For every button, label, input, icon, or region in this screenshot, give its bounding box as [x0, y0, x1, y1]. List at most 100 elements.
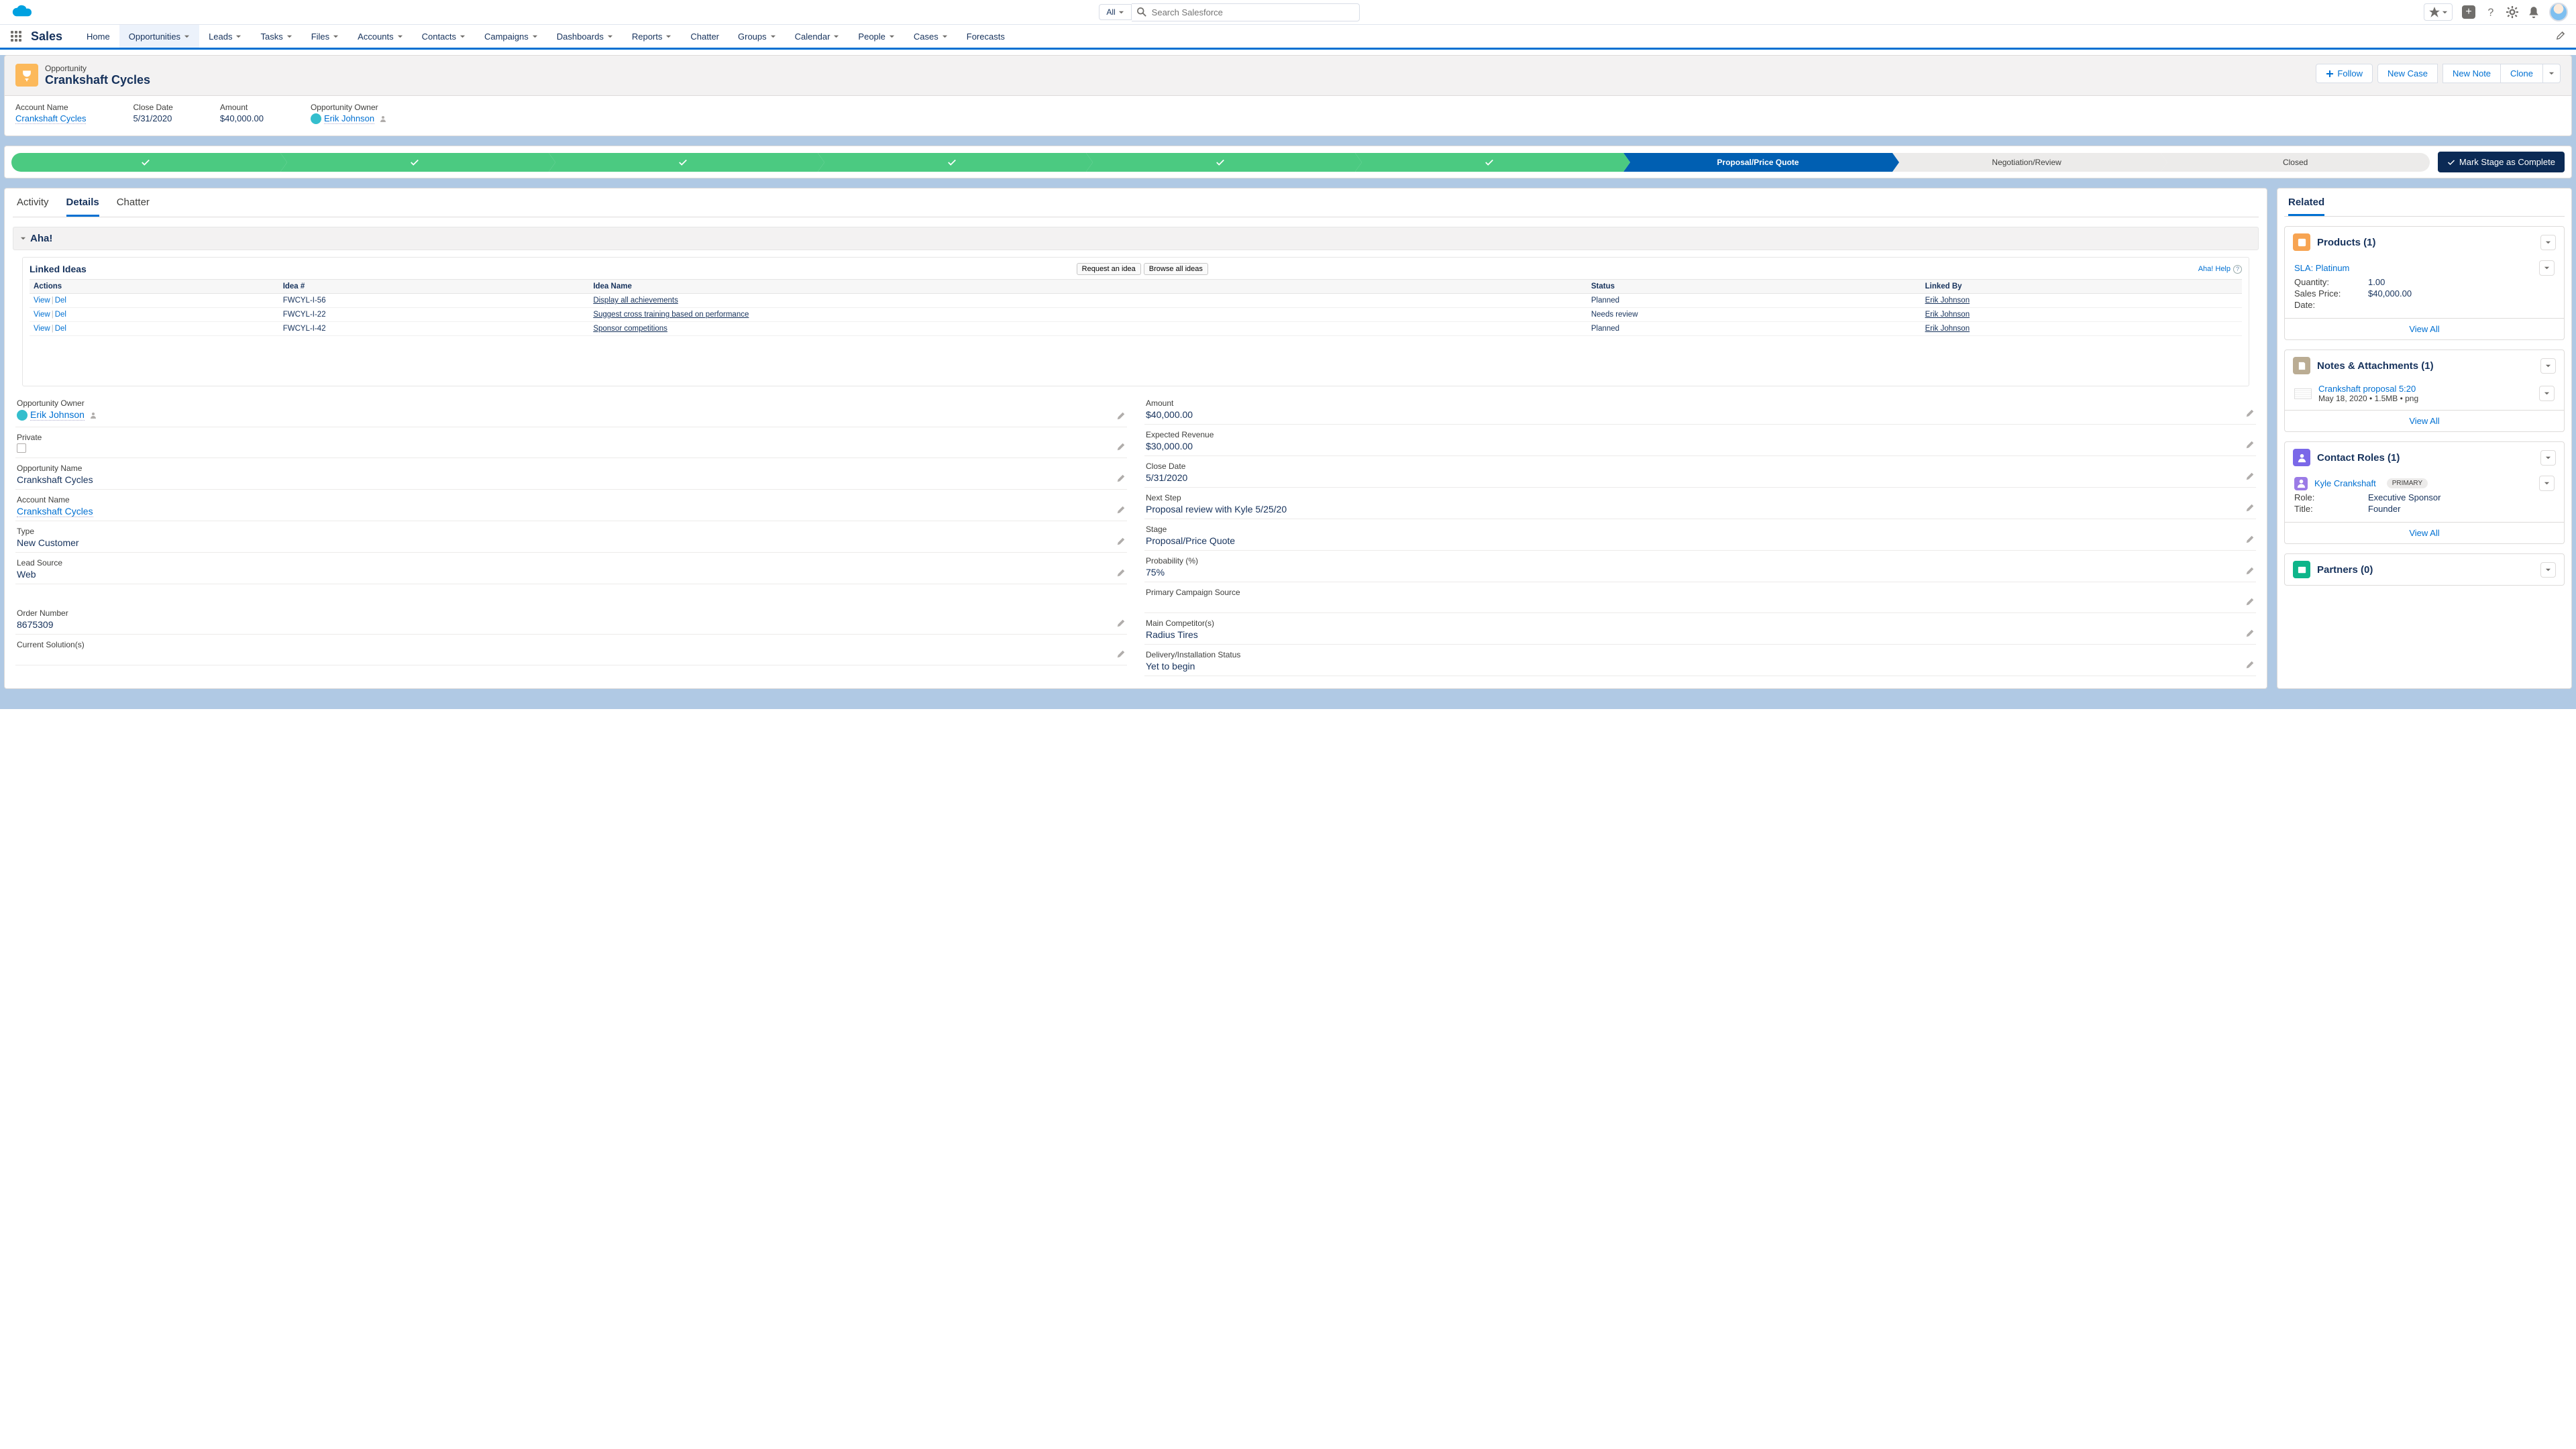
path-stage-done[interactable]	[280, 153, 549, 172]
mark-stage-complete-button[interactable]: Mark Stage as Complete	[2438, 152, 2565, 172]
nav-item-forecasts[interactable]: Forecasts	[957, 25, 1014, 48]
tab-related[interactable]: Related	[2288, 197, 2324, 216]
products-title[interactable]: Products (1)	[2317, 237, 2376, 248]
field-link[interactable]: Erik Johnson	[30, 409, 85, 421]
favorites-button[interactable]	[2424, 3, 2453, 21]
nav-item-cases[interactable]: Cases	[904, 25, 957, 48]
nav-item-reports[interactable]: Reports	[623, 25, 682, 48]
notes-title[interactable]: Notes & Attachments (1)	[2317, 360, 2434, 372]
nav-item-leads[interactable]: Leads	[199, 25, 251, 48]
edit-field-button[interactable]	[2245, 535, 2255, 546]
edit-field-button[interactable]	[1116, 537, 1126, 548]
setup-gear-icon[interactable]	[2506, 6, 2518, 18]
product-link[interactable]: SLA: Platinum	[2294, 263, 2349, 273]
aha-help-link[interactable]: Aha! Help	[2198, 265, 2231, 273]
nav-item-dashboards[interactable]: Dashboards	[547, 25, 623, 48]
products-card-menu[interactable]	[2540, 235, 2556, 250]
path-stage-done[interactable]	[11, 153, 280, 172]
nav-item-tasks[interactable]: Tasks	[251, 25, 301, 48]
help-icon[interactable]: ?	[2485, 6, 2497, 18]
nav-item-groups[interactable]: Groups	[729, 25, 786, 48]
contact-roles-title[interactable]: Contact Roles (1)	[2317, 452, 2400, 464]
edit-field-button[interactable]	[2245, 409, 2255, 420]
aha-section-header[interactable]: Aha!	[13, 227, 2259, 250]
salesforce-logo-icon[interactable]	[8, 3, 35, 21]
edit-field-button[interactable]	[1116, 442, 1126, 453]
checkbox[interactable]	[17, 443, 26, 453]
global-actions-button[interactable]: +	[2462, 5, 2475, 19]
idea-view-link[interactable]: View	[34, 325, 50, 333]
notifications-bell-icon[interactable]	[2528, 6, 2540, 18]
new-case-button[interactable]: New Case	[2377, 64, 2438, 83]
idea-del-link[interactable]: Del	[55, 325, 66, 333]
edit-field-button[interactable]	[1116, 411, 1126, 423]
user-avatar[interactable]	[2549, 3, 2568, 21]
tab-chatter[interactable]: Chatter	[117, 197, 150, 217]
path-stage-current[interactable]: Proposal/Price Quote	[1623, 153, 1892, 172]
edit-field-button[interactable]	[2245, 660, 2255, 672]
summary-owner-link[interactable]: Erik Johnson	[324, 113, 374, 124]
field-link[interactable]: Crankshaft Cycles	[17, 506, 93, 517]
nav-item-accounts[interactable]: Accounts	[348, 25, 412, 48]
idea-del-link[interactable]: Del	[55, 311, 66, 319]
idea-name-link[interactable]: Sponsor competitions	[593, 325, 667, 333]
idea-name-link[interactable]: Suggest cross training based on performa…	[593, 311, 749, 319]
edit-field-button[interactable]	[2245, 503, 2255, 515]
idea-del-link[interactable]: Del	[55, 297, 66, 305]
request-idea-button[interactable]: Request an idea	[1077, 263, 1141, 275]
attachment-link[interactable]: Crankshaft proposal 5:20	[2318, 384, 2416, 394]
nav-item-chatter[interactable]: Chatter	[681, 25, 729, 48]
notes-view-all[interactable]: View All	[2409, 416, 2439, 426]
change-owner-icon[interactable]	[379, 115, 387, 123]
path-stage-open[interactable]: Closed	[2161, 153, 2430, 172]
products-view-all[interactable]: View All	[2409, 324, 2439, 334]
idea-name-link[interactable]: Display all achievements	[593, 297, 678, 305]
follow-button[interactable]: Follow	[2316, 64, 2373, 83]
nav-item-campaigns[interactable]: Campaigns	[475, 25, 547, 48]
browse-ideas-button[interactable]: Browse all ideas	[1144, 263, 1208, 275]
edit-field-button[interactable]	[2245, 597, 2255, 608]
edit-field-button[interactable]	[2245, 629, 2255, 640]
app-launcher-icon[interactable]	[11, 31, 21, 42]
path-stage-open[interactable]: Negotiation/Review	[1892, 153, 2161, 172]
notes-card-menu[interactable]	[2540, 358, 2556, 374]
more-actions-button[interactable]	[2542, 64, 2561, 83]
idea-view-link[interactable]: View	[34, 297, 50, 305]
edit-field-button[interactable]	[2245, 472, 2255, 483]
partners-card-menu[interactable]	[2540, 562, 2556, 578]
edit-field-button[interactable]	[2245, 566, 2255, 578]
tab-activity[interactable]: Activity	[17, 197, 49, 217]
change-owner-icon[interactable]	[89, 411, 97, 419]
new-note-button[interactable]: New Note	[2443, 64, 2501, 83]
nav-item-files[interactable]: Files	[302, 25, 348, 48]
edit-field-button[interactable]	[1116, 474, 1126, 485]
contacts-view-all[interactable]: View All	[2409, 528, 2439, 538]
path-stage-done[interactable]	[549, 153, 818, 172]
edit-field-button[interactable]	[1116, 568, 1126, 580]
nav-item-opportunities[interactable]: Opportunities	[119, 25, 199, 50]
contact-item-menu[interactable]	[2539, 476, 2555, 491]
idea-view-link[interactable]: View	[34, 311, 50, 319]
help-icon[interactable]: ?	[2233, 265, 2242, 274]
attachment-item-menu[interactable]	[2539, 386, 2555, 401]
edit-field-button[interactable]	[2245, 440, 2255, 451]
path-stage-done[interactable]	[1355, 153, 1624, 172]
edit-field-button[interactable]	[1116, 649, 1126, 661]
global-search-input[interactable]	[1132, 3, 1360, 21]
edit-nav-button[interactable]	[2556, 31, 2565, 42]
idea-linkedby-link[interactable]: Erik Johnson	[1925, 325, 1970, 333]
edit-field-button[interactable]	[1116, 619, 1126, 630]
clone-button[interactable]: Clone	[2500, 64, 2543, 83]
product-item-menu[interactable]	[2539, 260, 2555, 276]
partners-title[interactable]: Partners (0)	[2317, 564, 2373, 576]
idea-linkedby-link[interactable]: Erik Johnson	[1925, 297, 1970, 305]
nav-item-calendar[interactable]: Calendar	[786, 25, 849, 48]
contact-link[interactable]: Kyle Crankshaft	[2314, 478, 2376, 488]
nav-item-home[interactable]: Home	[77, 25, 119, 48]
nav-item-contacts[interactable]: Contacts	[413, 25, 475, 48]
path-stage-done[interactable]	[1086, 153, 1355, 172]
tab-details[interactable]: Details	[66, 197, 99, 217]
search-scope-selector[interactable]: All	[1099, 4, 1131, 20]
path-stage-done[interactable]	[818, 153, 1087, 172]
edit-field-button[interactable]	[1116, 505, 1126, 517]
